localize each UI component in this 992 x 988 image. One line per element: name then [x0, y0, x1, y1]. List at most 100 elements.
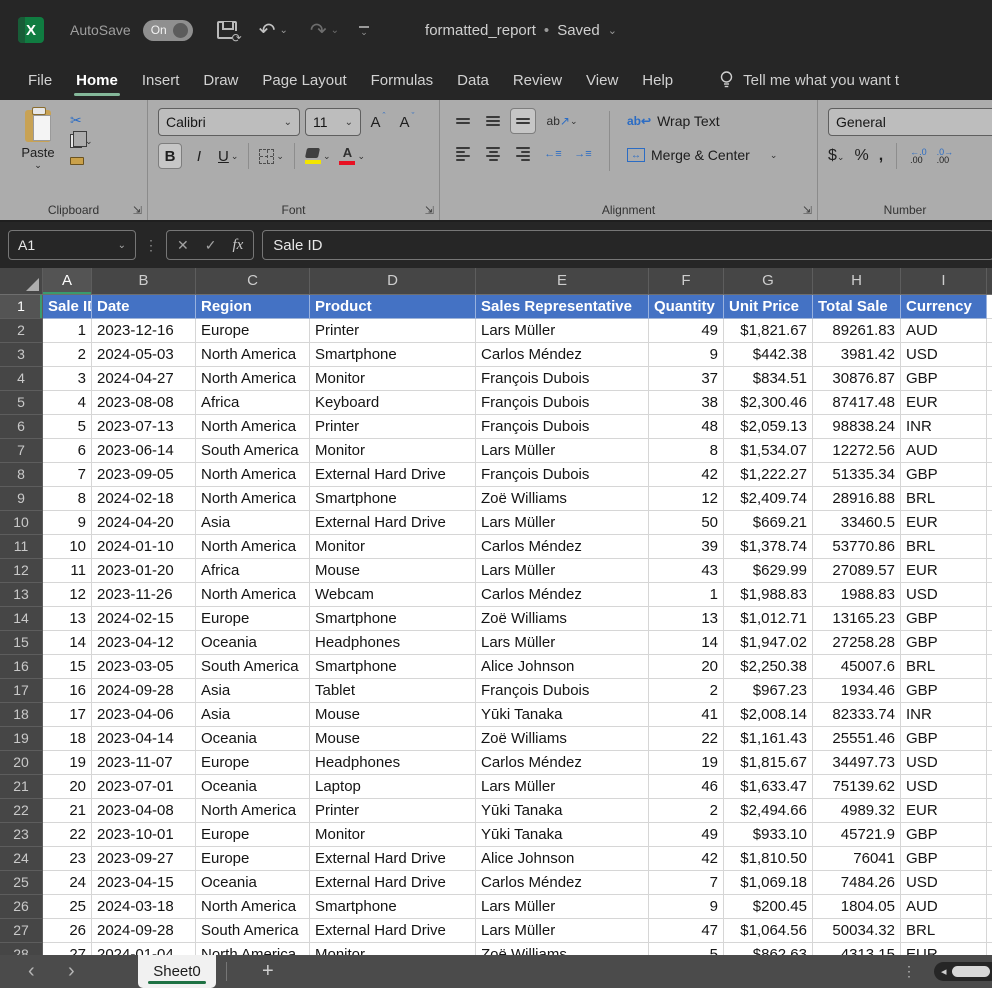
cell[interactable]: $1,069.18	[724, 871, 813, 895]
cell[interactable]: Zoë Williams	[476, 727, 649, 751]
column-header-g[interactable]: G	[724, 268, 813, 294]
cell[interactable]: 1934.46	[813, 679, 901, 703]
column-header-e[interactable]: E	[476, 268, 649, 294]
cell[interactable]: 2023-09-27	[92, 847, 196, 871]
add-sheet-button[interactable]: +	[262, 955, 274, 988]
cell[interactable]: Yūki Tanaka	[476, 703, 649, 727]
cell[interactable]	[987, 511, 992, 535]
cell[interactable]: Lars Müller	[476, 559, 649, 583]
cell[interactable]: 27258.28	[813, 631, 901, 655]
dots-vertical-icon[interactable]: ⋮	[144, 237, 158, 254]
cell[interactable]: GBP	[901, 679, 987, 703]
cell[interactable]: 2024-04-27	[92, 367, 196, 391]
row-header-20[interactable]: 20	[0, 751, 43, 775]
cell[interactable]: 49	[649, 823, 724, 847]
menu-tab-formulas[interactable]: Formulas	[359, 60, 446, 100]
percent-style-button[interactable]: %	[854, 147, 868, 165]
cell[interactable]: Yūki Tanaka	[476, 799, 649, 823]
cell[interactable]: Sales Representative	[476, 295, 649, 319]
cell[interactable]: AUD	[901, 319, 987, 343]
top-align-button[interactable]	[450, 108, 476, 134]
cell[interactable]: Smartphone	[310, 895, 476, 919]
cell[interactable]: 26	[43, 919, 92, 943]
cell[interactable]: 9	[649, 343, 724, 367]
cell[interactable]: 25551.46	[813, 727, 901, 751]
cell[interactable]: 15	[43, 655, 92, 679]
cell[interactable]: 2024-05-03	[92, 343, 196, 367]
cell[interactable]: Total Sale	[813, 295, 901, 319]
cell[interactable]: 12	[43, 583, 92, 607]
cell[interactable]: 76041	[813, 847, 901, 871]
cell[interactable]: 2023-04-12	[92, 631, 196, 655]
accounting-format-button[interactable]: $⌄	[828, 147, 844, 165]
row-header-6[interactable]: 6	[0, 415, 43, 439]
undo-button[interactable]: ↶ ⌄	[259, 18, 288, 43]
cell[interactable]: External Hard Drive	[310, 919, 476, 943]
row-header-18[interactable]: 18	[0, 703, 43, 727]
cell[interactable]	[987, 679, 992, 703]
cell[interactable]: INR	[901, 703, 987, 727]
cell[interactable]: North America	[196, 367, 310, 391]
cell[interactable]: François Dubois	[476, 679, 649, 703]
cell[interactable]: Lars Müller	[476, 319, 649, 343]
cell[interactable]: $1,810.50	[724, 847, 813, 871]
cell[interactable]: Lars Müller	[476, 631, 649, 655]
cell[interactable]: 2023-04-06	[92, 703, 196, 727]
cell[interactable]: Oceania	[196, 631, 310, 655]
cell[interactable]: Monitor	[310, 367, 476, 391]
cell[interactable]: 9	[43, 511, 92, 535]
cell[interactable]: François Dubois	[476, 463, 649, 487]
row-header-13[interactable]: 13	[0, 583, 43, 607]
cell[interactable]: Laptop	[310, 775, 476, 799]
cell[interactable]: 14	[43, 631, 92, 655]
cell[interactable]: Europe	[196, 751, 310, 775]
column-header-a[interactable]: A	[43, 268, 92, 294]
row-header-3[interactable]: 3	[0, 343, 43, 367]
cell[interactable]	[987, 391, 992, 415]
cell[interactable]: 53770.86	[813, 535, 901, 559]
column-header-d[interactable]: D	[310, 268, 476, 294]
scrollbar-thumb[interactable]	[952, 966, 990, 977]
cell[interactable]: 1804.05	[813, 895, 901, 919]
cell[interactable]: 8	[43, 487, 92, 511]
cell[interactable]: AUD	[901, 439, 987, 463]
row-header-9[interactable]: 9	[0, 487, 43, 511]
prev-sheet-button[interactable]: ‹	[28, 955, 35, 988]
cell[interactable]	[987, 799, 992, 823]
cell[interactable]: $2,250.38	[724, 655, 813, 679]
cell[interactable]: 13165.23	[813, 607, 901, 631]
cell[interactable]: 13	[649, 607, 724, 631]
cell[interactable]: North America	[196, 799, 310, 823]
row-header-23[interactable]: 23	[0, 823, 43, 847]
align-left-button[interactable]	[450, 141, 476, 167]
cell[interactable]: $1,633.47	[724, 775, 813, 799]
cell[interactable]: Europe	[196, 823, 310, 847]
cell[interactable]: 2023-09-05	[92, 463, 196, 487]
font-color-button[interactable]: A⌄	[337, 143, 367, 169]
cell[interactable]: BRL	[901, 487, 987, 511]
cell[interactable]: $2,059.13	[724, 415, 813, 439]
cell[interactable]: 2023-08-08	[92, 391, 196, 415]
cell[interactable]: Alice Johnson	[476, 847, 649, 871]
cell[interactable]: Smartphone	[310, 607, 476, 631]
number-format-select[interactable]: General	[828, 108, 992, 136]
cell[interactable]: $442.38	[724, 343, 813, 367]
menu-tab-data[interactable]: Data	[445, 60, 501, 100]
cell[interactable]: 2024-02-18	[92, 487, 196, 511]
cell[interactable]: Webcam	[310, 583, 476, 607]
cell[interactable]: INR	[901, 415, 987, 439]
cell[interactable]: 17	[43, 703, 92, 727]
cell[interactable]: Mouse	[310, 703, 476, 727]
column-header-f[interactable]: F	[649, 268, 724, 294]
cell[interactable]: Europe	[196, 847, 310, 871]
cell[interactable]	[987, 895, 992, 919]
cell[interactable]: 2023-04-08	[92, 799, 196, 823]
cell[interactable]: 2023-03-05	[92, 655, 196, 679]
cell[interactable]: Zoë Williams	[476, 943, 649, 955]
cell[interactable]: 28916.88	[813, 487, 901, 511]
format-painter-button[interactable]	[70, 154, 93, 165]
cell[interactable]: 19	[43, 751, 92, 775]
cell[interactable]	[987, 319, 992, 343]
row-header-1[interactable]: 1	[0, 295, 43, 319]
cell[interactable]: 12272.56	[813, 439, 901, 463]
